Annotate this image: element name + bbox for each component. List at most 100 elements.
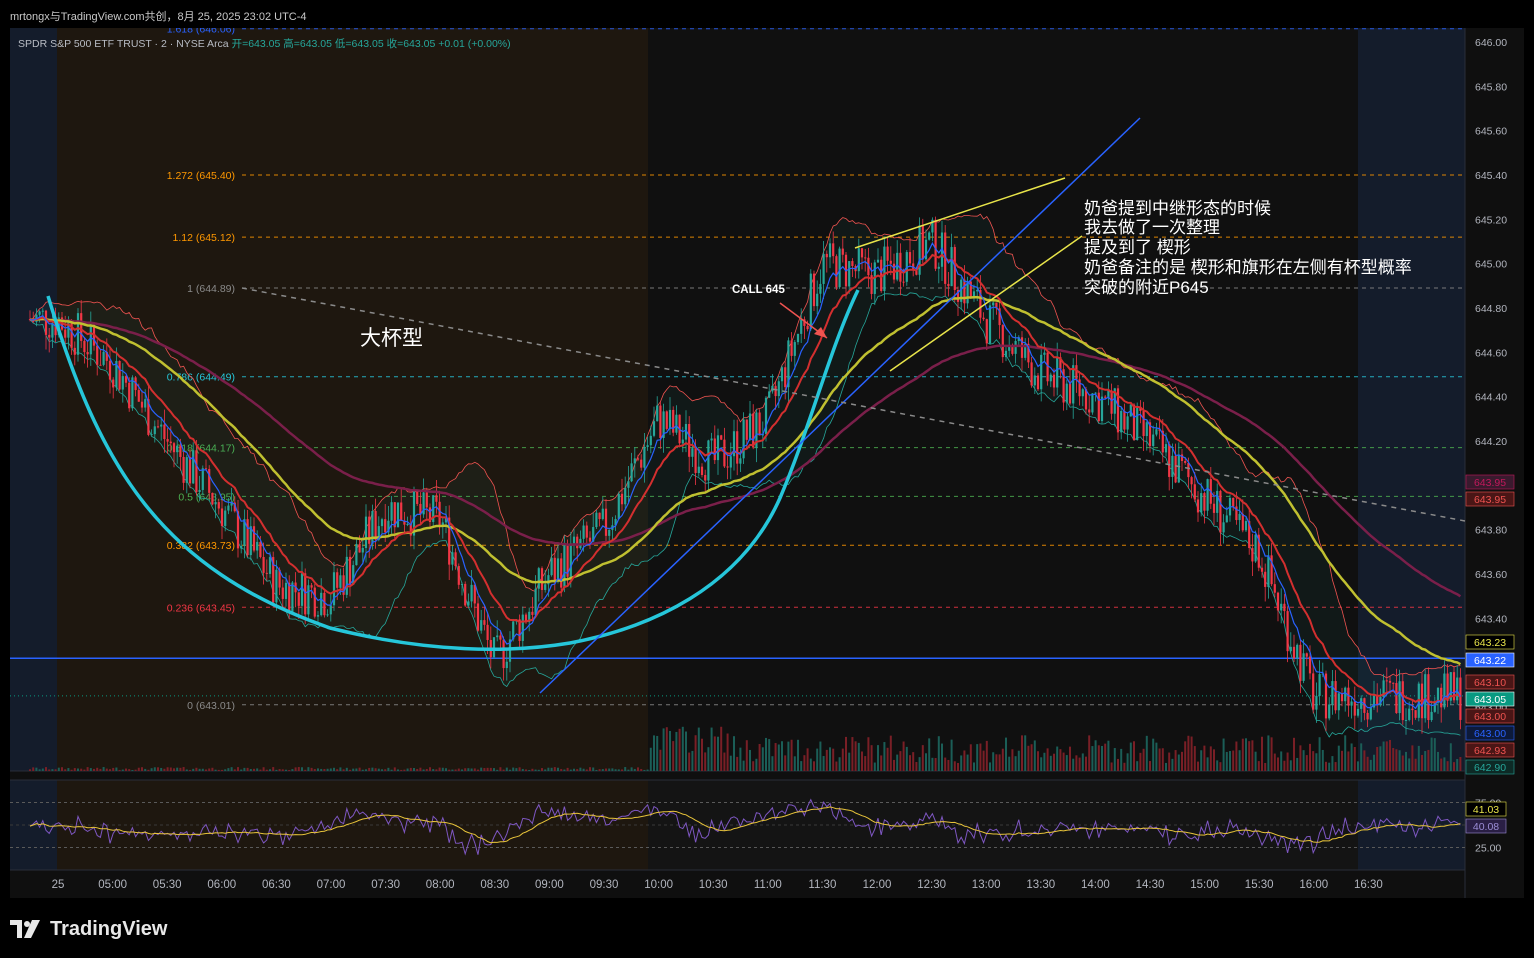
volume-bar [1005, 737, 1007, 771]
volume-bar [1088, 735, 1091, 771]
symbol-legend[interactable]: SPDR S&P 500 ETF TRUST · 2 · NYSE Arca 开… [18, 36, 511, 51]
volume-bar [1049, 755, 1052, 771]
volume-bar [611, 768, 614, 771]
candle-body [531, 611, 534, 615]
y-tick-label: 645.00 [1475, 259, 1507, 271]
volume-bar [38, 769, 41, 771]
volume-bar [96, 767, 99, 771]
note-line-1: 奶爸提到中继形态的时候 [1084, 199, 1271, 218]
candle-body [163, 424, 166, 440]
candle-body [710, 438, 713, 441]
candle-body [214, 502, 217, 505]
candle-body [819, 283, 822, 294]
candle-body [416, 491, 419, 504]
volume-bar [1392, 747, 1395, 771]
candle-body [1097, 392, 1100, 422]
volume-bar [909, 755, 911, 771]
volume-bar [128, 769, 131, 771]
volume-bar [678, 728, 681, 771]
volume-bar [515, 768, 518, 771]
volume-bar [374, 768, 377, 771]
candle-body [355, 543, 358, 566]
candle-body [1094, 392, 1097, 394]
candle-body [1152, 434, 1155, 447]
candle-body [835, 256, 838, 288]
volume-bar [707, 747, 710, 771]
candle-body [848, 261, 851, 287]
volume-bar [1289, 760, 1292, 771]
volume-bar [1021, 735, 1023, 771]
volume-bar [144, 768, 147, 771]
tradingview-logo-text: TradingView [50, 917, 168, 940]
volume-bar [1251, 740, 1254, 771]
volume-bar [297, 767, 300, 771]
candle-body [297, 592, 300, 606]
candle-body [777, 381, 780, 397]
candle-body [1200, 493, 1203, 513]
candle-body [128, 382, 131, 409]
volume-bar [512, 767, 515, 771]
volume-bar [93, 768, 95, 771]
candle-body [1318, 674, 1321, 696]
y-tick-label: 643.60 [1475, 569, 1507, 581]
volume-bar [880, 755, 883, 771]
candle-body [800, 319, 803, 334]
candle-body [1267, 555, 1270, 587]
volume-bar [569, 769, 572, 771]
candle-body [406, 523, 409, 525]
volume-bar [1261, 736, 1263, 771]
volume-bar [115, 767, 118, 771]
candle-body [112, 379, 115, 388]
candle-body [201, 468, 204, 490]
volume-bar [601, 769, 604, 771]
y-tick-label: 645.80 [1475, 81, 1507, 93]
candle-body [1430, 711, 1433, 721]
candle-body [576, 536, 579, 549]
volume-bar [761, 747, 764, 771]
volume-bar [758, 743, 761, 771]
volume-bar [445, 768, 447, 771]
candle-body [195, 450, 198, 492]
volume-bar [953, 761, 956, 771]
volume-bar [864, 756, 867, 771]
volume-bar [1414, 758, 1417, 771]
candle-body [784, 367, 787, 388]
volume-bar [1376, 747, 1379, 771]
volume-bar [739, 747, 742, 771]
volume-bar [384, 769, 387, 771]
x-tick-label: 05:30 [153, 879, 182, 891]
top-bar: mrtongx与TradingView.com共创，8月 25, 2025 23… [0, 0, 1534, 28]
candle-body [1264, 571, 1267, 587]
volume-bar [160, 767, 163, 771]
candle-body [1344, 687, 1347, 702]
candle-body [1196, 499, 1200, 513]
volume-bar [409, 767, 412, 771]
volume-bar [182, 767, 185, 771]
candle-body [1126, 416, 1129, 430]
candle-body [1238, 513, 1241, 521]
chart-panel[interactable]: 1.618 (646.06) 1.272 (645.40) 1.12 (645.12… [10, 24, 1524, 898]
volume-bar [1427, 749, 1430, 771]
candle-body [1401, 681, 1404, 721]
candle-body [1225, 515, 1228, 523]
volume-bar [77, 768, 79, 771]
fib-label: 0.382 (643.73) [167, 540, 235, 552]
volume-bar [1126, 753, 1129, 771]
volume-bar [1123, 762, 1126, 771]
candle-body [358, 543, 361, 553]
volume-bar [86, 767, 89, 771]
candle-body [345, 556, 348, 595]
candle-body [1232, 497, 1235, 507]
candle-body [326, 614, 329, 616]
volume-bar [889, 735, 892, 771]
volume-bar [630, 767, 633, 771]
candle-body [185, 457, 188, 483]
note-line-4: 奶爸备注的是 楔形和旗形在左侧有杯型概率 [1084, 258, 1412, 277]
volume-bar [1040, 757, 1043, 771]
volume-bar [659, 749, 662, 771]
y-tick-label: 644.20 [1475, 436, 1507, 448]
chart-canvas[interactable]: 1.618 (646.06) 1.272 (645.40) 1.12 (645.12… [10, 24, 1524, 898]
volume-bar [1385, 741, 1388, 771]
volume-bar [301, 767, 303, 771]
candle-body [483, 620, 486, 625]
